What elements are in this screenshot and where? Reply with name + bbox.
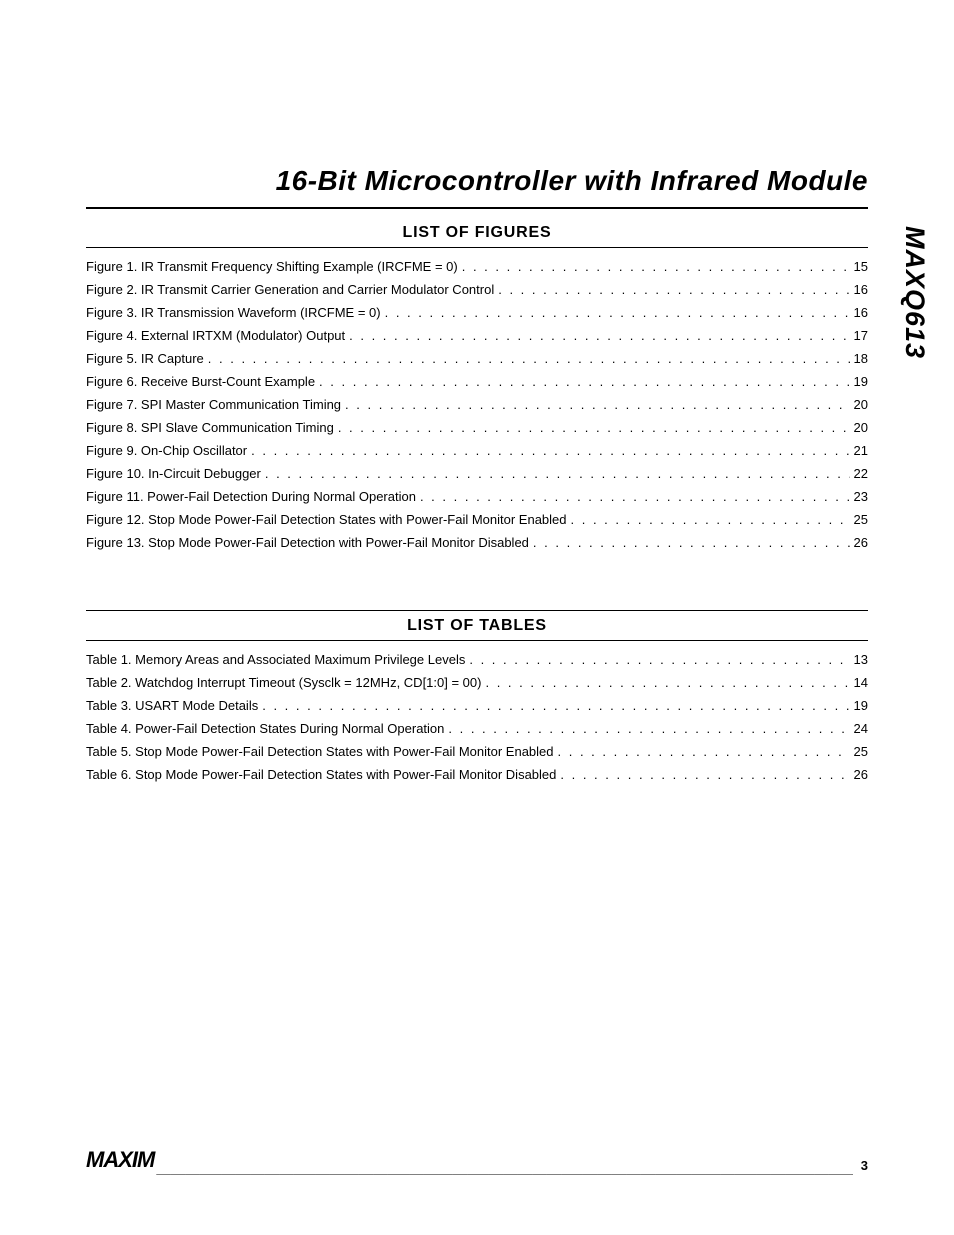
figure-entry-label: Figure 11. Power-Fail Detection During N…	[86, 490, 416, 503]
figure-entry-label: Figure 10. In-Circuit Debugger	[86, 467, 261, 480]
table-entry-row[interactable]: Table 4. Power-Fail Detection States Dur…	[86, 722, 868, 735]
table-entry-label: Table 2. Watchdog Interrupt Timeout (Sys…	[86, 676, 481, 689]
figure-entry-label: Figure 8. SPI Slave Communication Timing	[86, 421, 334, 434]
figure-entry-page: 16	[850, 283, 868, 296]
leader-dots	[494, 283, 849, 296]
figure-entry-page: 20	[850, 421, 868, 434]
table-entry-page: 14	[850, 676, 868, 689]
figures-heading: LIST OF FIGURES	[86, 218, 868, 247]
figure-entry-row[interactable]: Figure 3. IR Transmission Waveform (IRCF…	[86, 306, 868, 319]
table-entry-page: 26	[850, 768, 868, 781]
figure-entry-page: 17	[850, 329, 868, 342]
table-entry-row[interactable]: Table 5. Stop Mode Power-Fail Detection …	[86, 745, 868, 758]
tables-heading-block: LIST OF TABLES	[86, 610, 868, 641]
table-entry-row[interactable]: Table 1. Memory Areas and Associated Max…	[86, 653, 868, 666]
table-entry-row[interactable]: Table 3. USART Mode Details 19	[86, 699, 868, 712]
figure-entry-row[interactable]: Figure 2. IR Transmit Carrier Generation…	[86, 283, 868, 296]
figure-entry-label: Figure 3. IR Transmission Waveform (IRCF…	[86, 306, 381, 319]
table-entry-page: 25	[850, 745, 868, 758]
table-entry-label: Table 1. Memory Areas and Associated Max…	[86, 653, 465, 666]
leader-dots	[554, 745, 850, 758]
figure-entry-page: 22	[850, 467, 868, 480]
table-entry-page: 13	[850, 653, 868, 666]
figure-entry-page: 18	[850, 352, 868, 365]
table-entry-label: Table 3. USART Mode Details	[86, 699, 258, 712]
figure-entry-row[interactable]: Figure 10. In-Circuit Debugger 22	[86, 467, 868, 480]
figure-entry-row[interactable]: Figure 4. External IRTXM (Modulator) Out…	[86, 329, 868, 342]
figure-entry-page: 20	[850, 398, 868, 411]
leader-dots	[204, 352, 850, 365]
figures-heading-block: LIST OF FIGURES	[86, 218, 868, 248]
figure-entry-label: Figure 4. External IRTXM (Modulator) Out…	[86, 329, 345, 342]
leader-dots	[465, 653, 849, 666]
leader-dots	[458, 260, 850, 273]
figure-entry-label: Figure 2. IR Transmit Carrier Generation…	[86, 283, 494, 296]
figure-entry-row[interactable]: Figure 1. IR Transmit Frequency Shifting…	[86, 260, 868, 273]
brand-logo: MAXIM	[86, 1147, 154, 1173]
figure-entry-row[interactable]: Figure 12. Stop Mode Power-Fail Detectio…	[86, 513, 868, 526]
figure-entry-page: 15	[850, 260, 868, 273]
list-of-tables: Table 1. Memory Areas and Associated Max…	[86, 653, 868, 781]
figure-entry-label: Figure 9. On-Chip Oscillator	[86, 444, 247, 457]
figure-entry-label: Figure 6. Receive Burst-Count Example	[86, 375, 315, 388]
leader-dots	[416, 490, 850, 503]
figure-entry-page: 16	[850, 306, 868, 319]
table-entry-row[interactable]: Table 6. Stop Mode Power-Fail Detection …	[86, 768, 868, 781]
tables-heading: LIST OF TABLES	[86, 611, 868, 640]
tables-rule-bottom	[86, 640, 868, 641]
section-gap	[86, 559, 868, 601]
figure-entry-row[interactable]: Figure 7. SPI Master Communication Timin…	[86, 398, 868, 411]
leader-dots	[247, 444, 849, 457]
table-entry-label: Table 6. Stop Mode Power-Fail Detection …	[86, 768, 556, 781]
list-of-figures: Figure 1. IR Transmit Frequency Shifting…	[86, 260, 868, 549]
figure-entry-page: 19	[850, 375, 868, 388]
leader-dots	[261, 467, 850, 480]
figure-entry-row[interactable]: Figure 8. SPI Slave Communication Timing…	[86, 421, 868, 434]
leader-dots	[315, 375, 849, 388]
figure-entry-row[interactable]: Figure 13. Stop Mode Power-Fail Detectio…	[86, 536, 868, 549]
table-entry-label: Table 5. Stop Mode Power-Fail Detection …	[86, 745, 554, 758]
figure-entry-label: Figure 12. Stop Mode Power-Fail Detectio…	[86, 513, 567, 526]
table-entry-row[interactable]: Table 2. Watchdog Interrupt Timeout (Sys…	[86, 676, 868, 689]
leader-dots	[345, 329, 849, 342]
leader-dots	[258, 699, 849, 712]
figure-entry-row[interactable]: Figure 5. IR Capture 18	[86, 352, 868, 365]
leader-dots	[444, 722, 849, 735]
figure-entry-label: Figure 1. IR Transmit Frequency Shifting…	[86, 260, 458, 273]
product-code-vertical: MAXQ613	[899, 226, 930, 359]
figure-entry-label: Figure 7. SPI Master Communication Timin…	[86, 398, 341, 411]
page-footer: MAXIM __________________________________…	[86, 1147, 868, 1173]
page-number: 3	[853, 1158, 868, 1173]
figure-entry-label: Figure 13. Stop Mode Power-Fail Detectio…	[86, 536, 529, 549]
figure-entry-label: Figure 5. IR Capture	[86, 352, 204, 365]
figure-entry-row[interactable]: Figure 9. On-Chip Oscillator 21	[86, 444, 868, 457]
table-entry-label: Table 4. Power-Fail Detection States Dur…	[86, 722, 444, 735]
leader-dots	[567, 513, 850, 526]
figure-entry-page: 26	[850, 536, 868, 549]
table-entry-page: 24	[850, 722, 868, 735]
footer-rule: ________________________________________…	[154, 1161, 852, 1176]
page-title: 16-Bit Microcontroller with Infrared Mod…	[86, 165, 868, 197]
leader-dots	[529, 536, 850, 549]
figure-entry-page: 25	[850, 513, 868, 526]
title-rule	[86, 207, 868, 209]
figure-entry-row[interactable]: Figure 11. Power-Fail Detection During N…	[86, 490, 868, 503]
leader-dots	[381, 306, 850, 319]
leader-dots	[341, 398, 849, 411]
leader-dots	[481, 676, 849, 689]
table-entry-page: 19	[850, 699, 868, 712]
figure-entry-row[interactable]: Figure 6. Receive Burst-Count Example 19	[86, 375, 868, 388]
figure-entry-page: 21	[850, 444, 868, 457]
figure-entry-page: 23	[850, 490, 868, 503]
datasheet-page: MAXQ613 16-Bit Microcontroller with Infr…	[0, 0, 954, 1235]
leader-dots	[334, 421, 850, 434]
leader-dots	[556, 768, 849, 781]
figures-rule	[86, 247, 868, 248]
